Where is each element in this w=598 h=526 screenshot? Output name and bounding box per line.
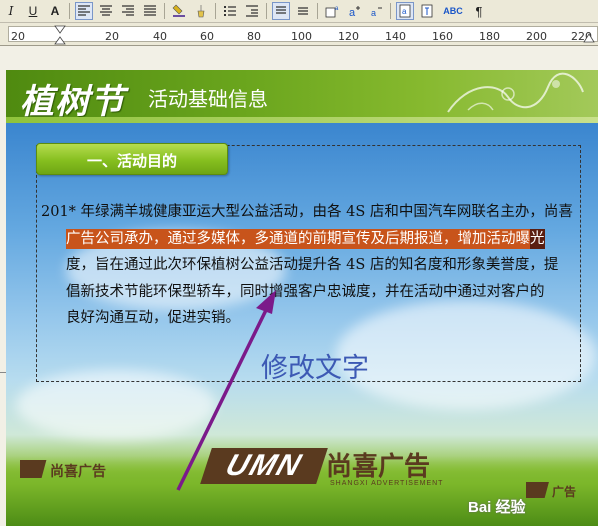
header-band bbox=[6, 117, 598, 123]
paragraph-top-icon[interactable] bbox=[272, 2, 290, 20]
superscript-icon[interactable]: a bbox=[323, 2, 341, 20]
toolbar-separator bbox=[215, 3, 216, 19]
font-color-button[interactable]: A bbox=[46, 2, 64, 20]
toolbar-separator bbox=[266, 3, 267, 19]
svg-text:a: a bbox=[371, 8, 376, 18]
brand-name: 尚喜广告 bbox=[326, 452, 431, 482]
toolbar-separator bbox=[69, 3, 70, 19]
horizontal-ruler[interactable]: 20 20 40 60 80 100 120 140 160 180 200 2… bbox=[0, 23, 598, 46]
svg-text:a: a bbox=[349, 7, 356, 18]
text-direction-icon[interactable] bbox=[418, 2, 436, 20]
annotation-text: 修改文字 bbox=[261, 353, 369, 384]
underline-button[interactable]: U bbox=[24, 2, 42, 20]
svg-text:尚喜广告: 尚喜广告 bbox=[50, 463, 106, 480]
paragraph-line-selected: 广告公司承办，通过多媒体，多通道的前期宣传及后期报道，增加活动曝光 bbox=[41, 226, 589, 253]
italic-button[interactable]: I bbox=[2, 2, 20, 20]
paragraph-line: 倡新技术节能环保型轿车，同时增强客户忠诚度，并在活动中通过对客户的 bbox=[66, 283, 545, 300]
indent-icon[interactable] bbox=[243, 2, 261, 20]
paragraph-text[interactable]: 201* 年绿满羊城健康亚运大型公益活动，由各 4S 店和中国汽车网联名主办，尚… bbox=[41, 199, 589, 332]
spell-check-label: ABC bbox=[443, 6, 463, 16]
toolbar-separator bbox=[317, 3, 318, 19]
ruler-track: 20 20 40 60 80 100 120 140 160 180 200 2… bbox=[8, 26, 598, 43]
ruler-label: 140 bbox=[385, 30, 406, 43]
align-center-icon[interactable] bbox=[97, 2, 115, 20]
document-canvas[interactable]: 植树节 活动基础信息 一、活动目的 201* 年绿满羊城健康亚运大型公益活动，由… bbox=[0, 46, 598, 526]
pilcrow-icon: ¶ bbox=[475, 3, 483, 19]
align-right-icon[interactable] bbox=[119, 2, 137, 20]
ruler-label: 100 bbox=[291, 30, 312, 43]
svg-text:广告: 广告 bbox=[552, 484, 576, 499]
brand-logo-small-icon: 尚喜广告 bbox=[20, 460, 106, 480]
brand-logo: UMN 尚喜广告 SHANGXI ADVERTISEMENT bbox=[200, 446, 442, 496]
text-box-icon[interactable]: a bbox=[396, 2, 414, 20]
ruler-label: 60 bbox=[200, 30, 214, 43]
toolbar-separator bbox=[164, 3, 165, 19]
ruler-label: 180 bbox=[479, 30, 500, 43]
right-indent-marker-icon[interactable] bbox=[583, 33, 595, 45]
paragraph-line: 201* 年绿满羊城健康亚运大型公益活动，由各 4S 店和中国汽车网联名主办，尚… bbox=[41, 204, 573, 220]
paragraph-line: 良好沟通互动，促进实销。 bbox=[66, 310, 240, 326]
ruler-label: 80 bbox=[247, 30, 261, 43]
poster-subtitle: 活动基础信息 bbox=[148, 87, 268, 111]
paragraph-marks-icon[interactable]: ¶ bbox=[470, 2, 488, 20]
format-painter-icon[interactable] bbox=[192, 2, 210, 20]
brand-subtitle: SHANGXI ADVERTISEMENT bbox=[330, 480, 444, 487]
paragraph-line: 度，旨在通过此次环保植树公益活动提升各 4S 店的知名度和形象美誉度，提 bbox=[66, 257, 559, 273]
brand-logo-mark: UMN bbox=[200, 448, 328, 484]
swirl-ornament-icon bbox=[447, 72, 584, 113]
ruler-label: 160 bbox=[432, 30, 453, 43]
italic-button-label: I bbox=[8, 4, 14, 18]
justify-icon[interactable] bbox=[141, 2, 159, 20]
numbered-list-icon[interactable] bbox=[221, 2, 239, 20]
paragraph-middle-icon[interactable] bbox=[294, 2, 312, 20]
align-left-icon[interactable] bbox=[75, 2, 93, 20]
poster-title: 植树节 bbox=[20, 82, 125, 122]
spell-check-icon[interactable]: ABC bbox=[440, 2, 466, 20]
svg-text:a: a bbox=[335, 6, 339, 12]
shrink-font-icon[interactable]: a bbox=[367, 2, 385, 20]
indent-marker-icon[interactable] bbox=[54, 25, 66, 45]
baidu-watermark: Bai 经验 bbox=[468, 499, 526, 516]
section-tab: 一、活动目的 bbox=[36, 143, 228, 175]
grow-font-icon[interactable]: a bbox=[345, 2, 363, 20]
formatting-toolbar: I U A a a a a ABC ¶ bbox=[0, 0, 598, 23]
toolbar-separator bbox=[390, 3, 391, 19]
selected-text-end: 光 bbox=[530, 228, 545, 249]
highlight-pen-icon[interactable] bbox=[170, 2, 188, 20]
poster-header: 植树节 活动基础信息 bbox=[6, 70, 598, 122]
poster-image: 植树节 活动基础信息 一、活动目的 201* 年绿满羊城健康亚运大型公益活动，由… bbox=[6, 70, 598, 526]
ruler-label: 200 bbox=[526, 30, 547, 43]
brand-logo-right-icon: 广告 bbox=[526, 482, 576, 499]
ruler-label: 40 bbox=[153, 30, 167, 43]
font-color-button-label: A bbox=[50, 4, 60, 18]
ruler-label: 120 bbox=[338, 30, 359, 43]
ruler-label: 20 bbox=[105, 30, 119, 43]
section-label: 一、活动目的 bbox=[86, 152, 177, 170]
selected-text: 广告公司承办，通过多媒体，多通道的前期宣传及后期报道，增加活动曝 bbox=[66, 228, 530, 249]
svg-text:a: a bbox=[402, 7, 407, 16]
underline-button-label: U bbox=[28, 4, 38, 18]
ruler-label: 20 bbox=[11, 30, 25, 43]
